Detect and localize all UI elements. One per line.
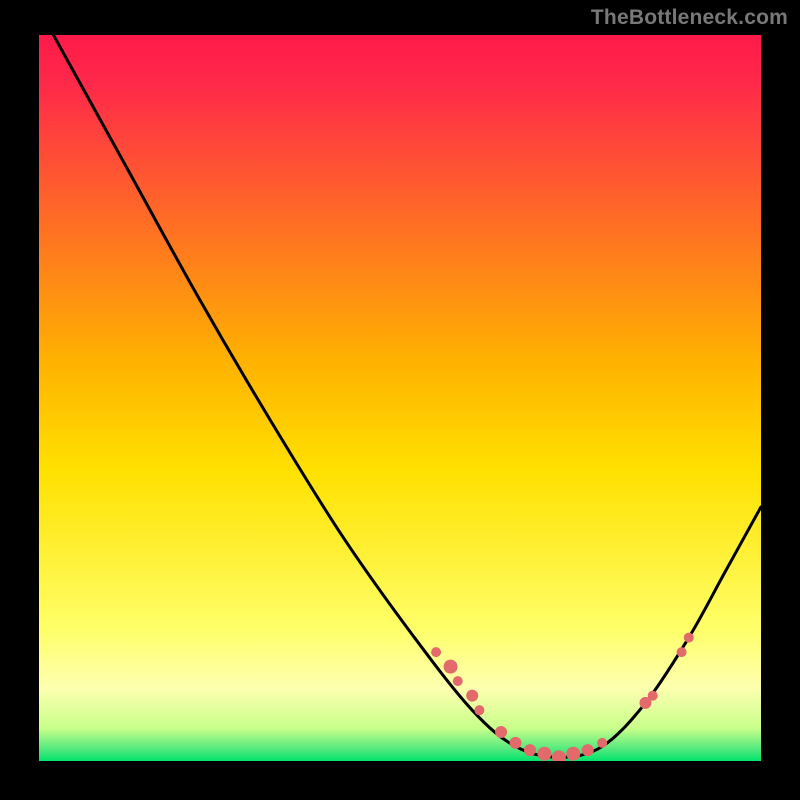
bottleneck-curve-chart bbox=[39, 35, 761, 761]
attribution-label: TheBottleneck.com bbox=[591, 6, 788, 30]
